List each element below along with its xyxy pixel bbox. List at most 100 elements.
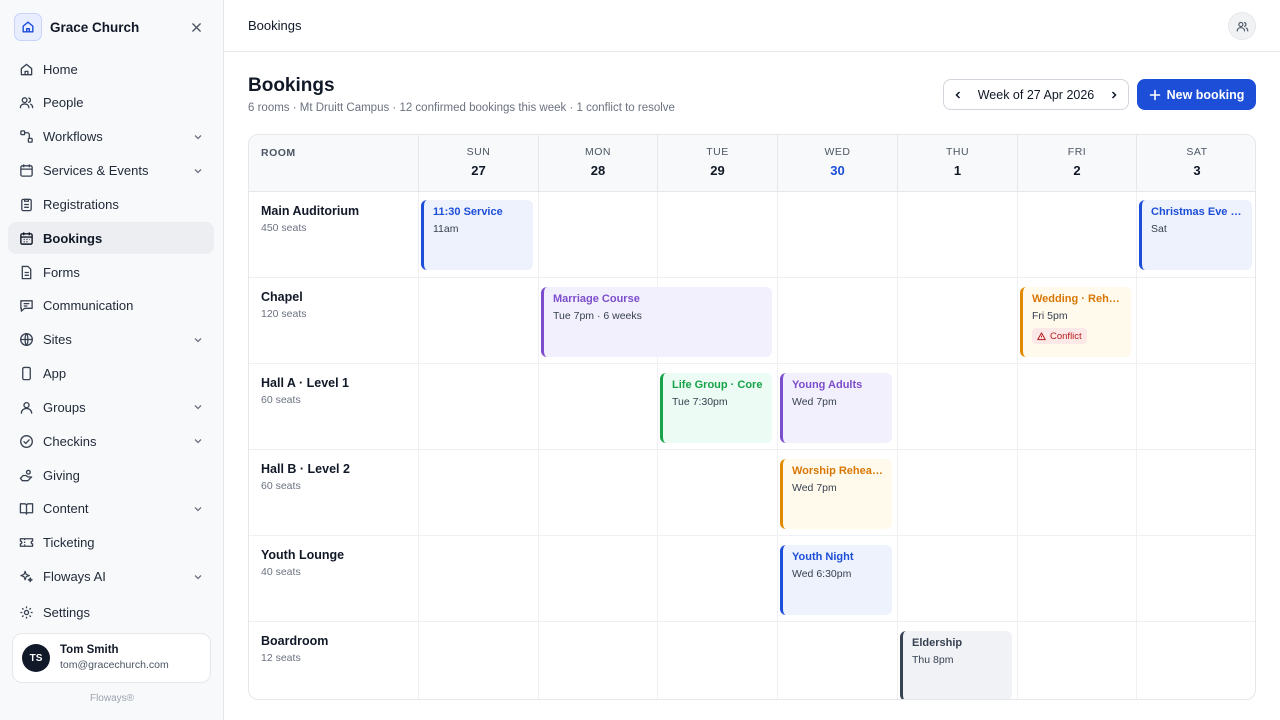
day-header-today[interactable]: WED 30 — [777, 135, 897, 192]
nav-label-registrations: Registrations — [43, 196, 119, 212]
booking-event-conflict[interactable]: Wedding · Rehearsal Fri 5pm Conflict — [1020, 287, 1131, 357]
nav-item-workflows[interactable]: Workflows — [8, 121, 214, 153]
chevron-down-icon — [192, 334, 204, 346]
booking-event[interactable]: Marriage Course Tue 7pm · 6 weeks — [541, 287, 772, 357]
clipboard-icon — [18, 196, 34, 212]
event-title: Wedding · Rehearsal — [1032, 293, 1123, 305]
day-header[interactable]: THU 1 — [897, 135, 1017, 192]
booking-event[interactable]: Life Group · Core Tue 7:30pm — [660, 373, 772, 443]
booking-event[interactable]: Young Adults Wed 7pm — [780, 373, 892, 443]
booking-event[interactable]: Youth Night Wed 6:30pm — [780, 545, 892, 615]
event-title: Worship Rehearsal — [792, 465, 884, 477]
nav-item-forms[interactable]: Forms — [8, 256, 214, 288]
nav-item-settings[interactable]: Settings — [8, 596, 214, 628]
chevron-down-icon — [192, 435, 204, 447]
event-title: Young Adults — [792, 379, 863, 391]
sparkle-icon — [18, 569, 34, 585]
event-title: 11:30 Service — [433, 206, 503, 218]
people-icon — [18, 95, 34, 111]
bookings-calendar: ROOM SUN 27 MON 28 TUE 29 WED 30 THU 1 FRI 2 S… — [248, 134, 1256, 700]
booking-event[interactable]: Eldership Thu 8pm — [900, 631, 1012, 699]
nav-item-communication[interactable]: Communication — [8, 290, 214, 322]
chevron-right-icon — [1111, 90, 1117, 99]
event-title: Life Group · Core — [672, 379, 763, 391]
close-icon[interactable] — [186, 17, 206, 37]
day-of-week: WED — [824, 146, 851, 158]
nav-label-giving: Giving — [43, 467, 80, 483]
nav-item-registrations[interactable]: Registrations — [8, 188, 214, 220]
calendar-icon — [18, 163, 34, 179]
booking-event[interactable]: Worship Rehearsal Wed 7pm — [780, 459, 892, 529]
plus-icon — [1149, 89, 1161, 101]
booking-event[interactable]: 11:30 Service 11am — [421, 200, 533, 270]
day-header[interactable]: MON 28 — [538, 135, 657, 192]
day-header[interactable]: TUE 29 — [657, 135, 777, 192]
nav-label-floways-ai: Floways AI — [43, 569, 106, 585]
calendar-grid-icon — [18, 230, 34, 246]
nav-item-home[interactable]: Home — [8, 53, 214, 85]
nav-item-sites[interactable]: Sites — [8, 324, 214, 356]
event-time: Tue 7pm · 6 weeks — [553, 310, 642, 322]
nav-label-people: People — [43, 95, 84, 111]
chevron-down-icon — [192, 503, 204, 515]
nav-item-content[interactable]: Content — [8, 493, 214, 525]
event-time: Tue 7:30pm — [672, 396, 728, 408]
event-title: Christmas Eve Service — [1151, 206, 1244, 218]
nav-item-giving[interactable]: Giving — [8, 459, 214, 491]
event-title: Marriage Course — [553, 293, 640, 305]
chevron-down-icon — [192, 131, 204, 143]
room-name: Chapel — [261, 290, 303, 304]
nav-item-groups[interactable]: Groups — [8, 391, 214, 423]
nav-item-checkins[interactable]: Checkins — [8, 425, 214, 457]
room-seats: 450 seats — [261, 222, 307, 234]
page-title: Bookings — [248, 75, 335, 96]
day-number: 29 — [710, 163, 725, 178]
giving-hand-icon — [18, 467, 34, 483]
event-time: Thu 8pm — [912, 654, 954, 666]
week-navigator: Week of 27 Apr 2026 — [943, 79, 1129, 110]
groups-icon — [18, 399, 34, 415]
room-name: Hall A · Level 1 — [261, 376, 349, 390]
booking-event[interactable]: Christmas Eve Service Sat — [1139, 200, 1252, 270]
gear-icon — [18, 604, 34, 620]
message-icon — [18, 298, 34, 314]
conflict-badge[interactable]: Conflict — [1032, 328, 1087, 344]
day-header[interactable]: FRI 2 — [1017, 135, 1136, 192]
new-booking-button[interactable]: New booking — [1137, 79, 1256, 110]
week-label[interactable]: Week of 27 Apr 2026 — [972, 88, 1100, 102]
org-name: Grace Church — [50, 19, 140, 35]
people-switch-button[interactable] — [1228, 12, 1256, 40]
nav-item-floways-ai[interactable]: Floways AI — [8, 561, 214, 593]
check-circle-icon — [18, 433, 34, 449]
nav-label-home: Home — [43, 61, 78, 77]
chevron-down-icon — [192, 571, 204, 583]
event-time: Wed 7pm — [792, 396, 837, 408]
nav-label-settings: Settings — [43, 604, 90, 620]
day-number: 30 — [830, 163, 845, 178]
calendar-header: ROOM SUN 27 MON 28 TUE 29 WED 30 THU 1 FRI 2 S… — [249, 135, 1255, 192]
users-icon — [1236, 21, 1248, 32]
day-header[interactable]: SUN 27 — [418, 135, 538, 192]
room-name: Youth Lounge — [261, 548, 345, 562]
nav-label-forms: Forms — [43, 264, 80, 280]
nav-item-app[interactable]: App — [8, 358, 214, 390]
event-title: Youth Night — [792, 551, 854, 563]
day-header[interactable]: SAT 3 — [1136, 135, 1255, 192]
user-profile-card[interactable]: TS Tom Smith tom@gracechurch.com — [12, 633, 211, 683]
room-seats: 60 seats — [261, 480, 301, 492]
church-home-icon — [14, 13, 42, 41]
org-switcher[interactable]: Grace Church — [14, 13, 210, 41]
nav-label-workflows: Workflows — [43, 129, 103, 145]
user-name: Tom Smith — [60, 644, 119, 656]
next-week-button[interactable] — [1100, 80, 1128, 109]
nav-item-people[interactable]: People — [8, 87, 214, 119]
nav-item-services-events[interactable]: Services & Events — [8, 155, 214, 187]
event-time: 11am — [433, 223, 459, 235]
day-number: 3 — [1193, 163, 1201, 178]
prev-week-button[interactable] — [944, 80, 972, 109]
main-nav: Home People Workflows Services & Events … — [8, 53, 214, 595]
nav-item-bookings[interactable]: Bookings — [8, 222, 214, 255]
nav-item-ticketing[interactable]: Ticketing — [8, 527, 214, 559]
ticket-icon — [18, 535, 34, 551]
event-time: Fri 5pm — [1032, 310, 1068, 322]
